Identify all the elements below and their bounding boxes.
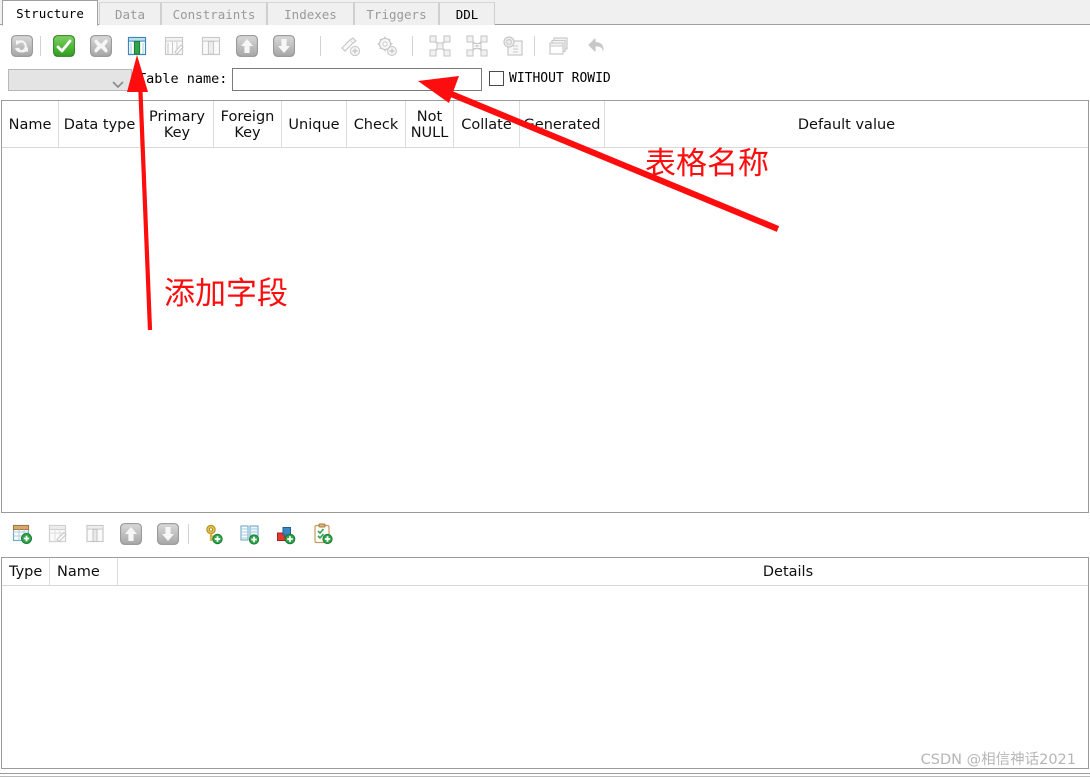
column-header[interactable]: [118, 558, 768, 586]
tab-label: Structure: [16, 5, 84, 21]
table-name-input[interactable]: [232, 68, 482, 91]
chevron-down-icon: [111, 75, 125, 94]
collapse-all-icon: [428, 34, 452, 58]
constraints-grid-header: Type Name Details: [2, 558, 1088, 586]
edit-field-icon: [162, 34, 186, 58]
structure-panel: Table name: WITHOUT ROWID Name Data type P…: [0, 25, 1090, 777]
column-header[interactable]: Foreign Key: [214, 101, 282, 148]
object-type-combo[interactable]: [8, 69, 132, 91]
tab-indexes[interactable]: Indexes: [267, 2, 354, 25]
annotation-add-field: 添加字段: [164, 276, 288, 312]
column-header[interactable]: Data type: [59, 101, 141, 148]
relation-icon: [501, 34, 525, 58]
tab-label: Triggers: [366, 6, 427, 22]
cancel-changes-icon[interactable]: [89, 34, 113, 58]
toolbar-separator: [320, 36, 321, 56]
apply-changes-icon[interactable]: [52, 34, 76, 58]
tab-strip: Structure Data Constraints Indexes Triggers D…: [0, 0, 1090, 26]
remove-item-icon: [83, 522, 107, 546]
remove-field-icon: [199, 34, 223, 58]
tab-data[interactable]: Data: [99, 2, 161, 25]
table-name-row: Table name: WITHOUT ROWID: [0, 68, 1090, 95]
fields-grid-header: Name Data type Primary Key Foreign Key Unique C…: [2, 101, 1088, 148]
add-constraint-icon: [375, 34, 399, 58]
edit-item-icon: [46, 522, 70, 546]
tab-label: Constraints: [172, 6, 256, 22]
refresh-icon: [10, 34, 34, 58]
watermark: CSDN @相信神话2021: [920, 752, 1076, 768]
move-field-up-icon: [235, 34, 259, 58]
tab-constraints[interactable]: Constraints: [161, 2, 267, 25]
duplicate-table-icon: [547, 34, 571, 58]
column-header[interactable]: Primary Key: [141, 101, 214, 148]
column-header[interactable]: Type: [2, 558, 50, 586]
add-constraint-icon[interactable]: [274, 522, 298, 546]
add-primary-key-icon[interactable]: [202, 522, 226, 546]
tab-label: Indexes: [284, 6, 337, 22]
add-index-icon[interactable]: [238, 522, 262, 546]
constraints-grid[interactable]: Type Name Details: [1, 557, 1089, 769]
tab-label: Data: [114, 6, 146, 22]
revert-icon: [583, 34, 607, 58]
column-header[interactable]: Check: [347, 101, 406, 148]
add-field-icon[interactable]: [125, 34, 149, 58]
toolbar-separator: [412, 36, 413, 56]
move-item-up-icon: [119, 522, 143, 546]
move-item-down-icon: [156, 522, 180, 546]
column-header[interactable]: Collate: [454, 101, 520, 148]
tab-triggers[interactable]: Triggers: [354, 2, 439, 25]
column-header[interactable]: Not NULL: [406, 101, 454, 148]
expand-all-icon: [465, 34, 489, 58]
add-check-icon[interactable]: [311, 522, 335, 546]
column-header[interactable]: Details: [763, 558, 813, 586]
column-header[interactable]: Name: [2, 101, 59, 148]
column-header[interactable]: Unique: [282, 101, 347, 148]
structure-toolbar: [0, 34, 1090, 64]
column-header[interactable]: Name: [50, 558, 118, 586]
move-field-down-icon: [272, 34, 296, 58]
table-name-label: Table name:: [138, 71, 228, 87]
without-rowid-checkbox[interactable]: [489, 71, 504, 86]
tab-label: DDL: [455, 6, 479, 22]
add-item-icon[interactable]: [10, 522, 34, 546]
constraints-toolbar: [0, 522, 1090, 552]
toolbar-separator: [188, 524, 189, 544]
column-header[interactable]: Generated: [520, 101, 605, 148]
annotation-table-name: 表格名称: [645, 146, 769, 182]
without-rowid-label: WITHOUT ROWID: [509, 71, 611, 86]
toolbar-separator: [40, 36, 41, 56]
toolbar-separator: [534, 36, 535, 56]
tab-structure[interactable]: Structure: [2, 0, 98, 26]
add-index-icon: [338, 34, 362, 58]
tab-ddl[interactable]: DDL: [439, 2, 495, 25]
